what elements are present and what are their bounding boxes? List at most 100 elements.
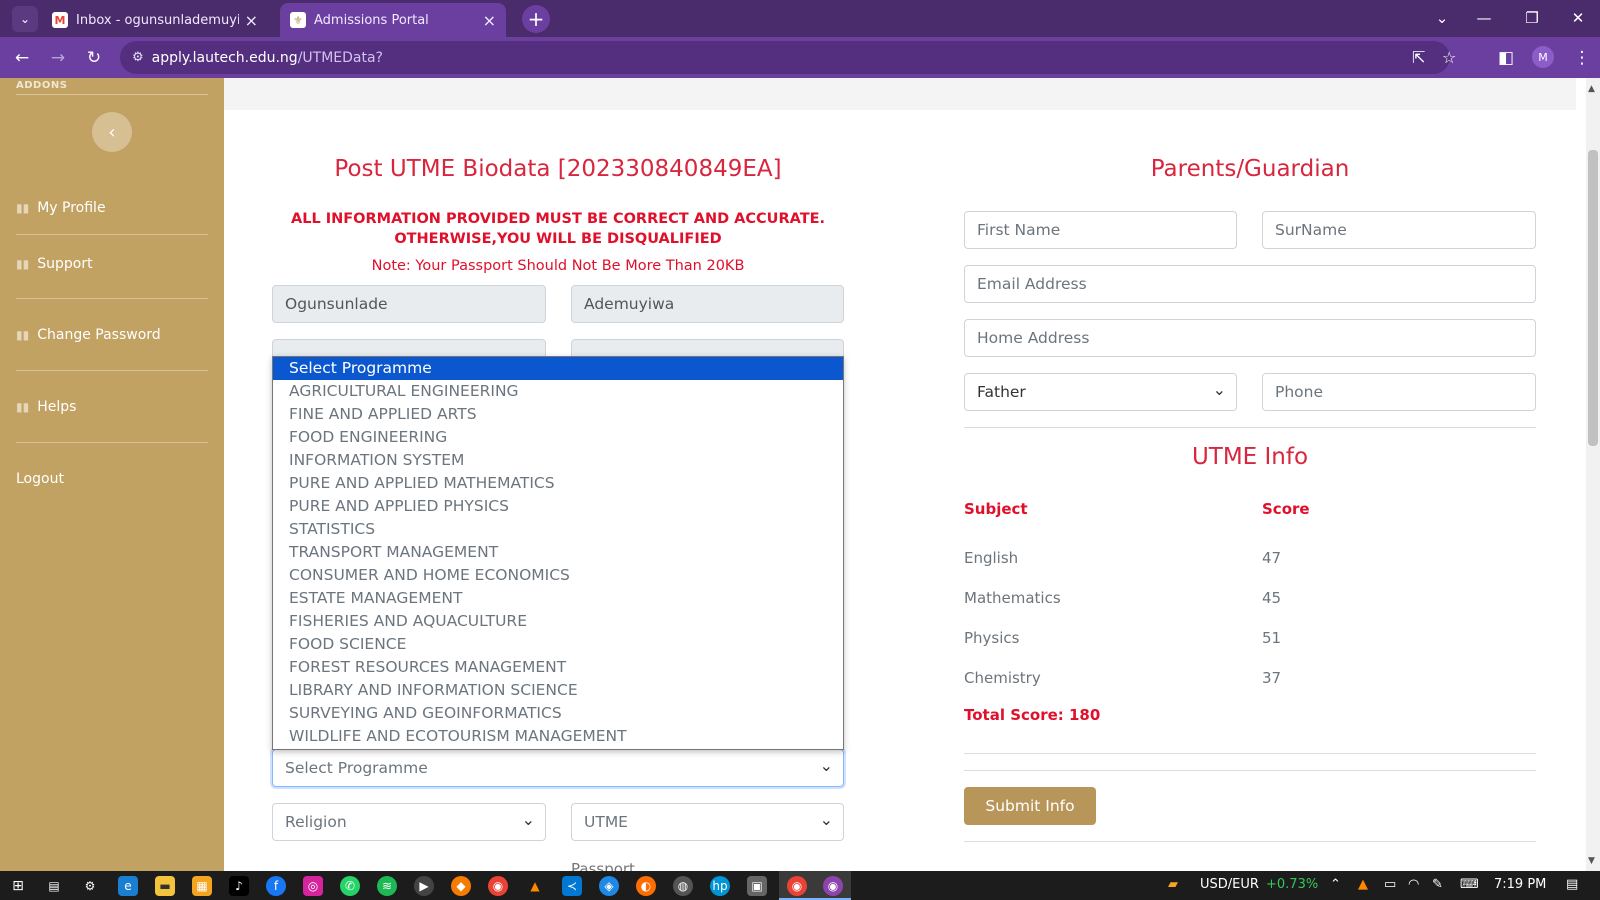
chevron-up-icon[interactable]: ⌃ — [1330, 877, 1341, 892]
minimize-button[interactable]: — — [1464, 4, 1504, 32]
keyboard-icon[interactable]: ⌨ — [1460, 877, 1479, 892]
chrome-icon[interactable]: ◉ — [488, 876, 508, 896]
sidebar-item-support[interactable]: ▮▮ Support — [16, 256, 93, 272]
tab-label: Admissions Portal — [314, 12, 429, 28]
windows-start-icon[interactable]: ⊞ — [8, 876, 28, 896]
guardian-relation-select[interactable]: Father — [964, 373, 1237, 411]
guardian-address-input[interactable]: Home Address — [964, 319, 1536, 357]
vlc-tray-icon[interactable]: ▲ — [1358, 877, 1368, 892]
sidebar-item-helps[interactable]: ▮▮ Helps — [16, 399, 76, 415]
collapse-sidebar-button[interactable]: ‹ — [92, 112, 132, 152]
notification-icon[interactable]: ▤ — [1566, 877, 1578, 892]
close-tab-icon[interactable]: × — [483, 11, 496, 30]
guardian-email-input[interactable]: Email Address — [964, 265, 1536, 303]
clock-time[interactable]: 7:19 PM — [1494, 877, 1546, 892]
submit-info-button[interactable]: Submit Info — [964, 787, 1096, 825]
programme-option[interactable]: FOOD SCIENCE — [273, 633, 843, 656]
hp-icon[interactable]: hp — [710, 876, 730, 896]
ticker-label[interactable]: USD/EUR — [1200, 877, 1259, 892]
subject-cell: Physics — [964, 629, 1020, 647]
divider — [964, 753, 1536, 754]
programme-option[interactable]: STATISTICS — [273, 518, 843, 541]
ticker-change[interactable]: +0.73% — [1266, 877, 1318, 892]
programme-option[interactable]: FOREST RESOURCES MANAGEMENT — [273, 656, 843, 679]
store-icon[interactable]: ▦ — [192, 876, 212, 896]
app-icon[interactable]: ◆ — [451, 876, 471, 896]
firstname-field[interactable]: Ademuyiwa — [571, 285, 844, 323]
instagram-icon[interactable]: ◎ — [303, 876, 323, 896]
subject-column-header: Subject — [964, 500, 1028, 518]
site-info-icon[interactable]: ⚙ — [132, 50, 144, 65]
tab-search-button[interactable]: ⌄ — [12, 6, 38, 32]
app-icon[interactable]: ▣ — [747, 876, 767, 896]
media-player-icon[interactable]: ▶ — [414, 876, 434, 896]
settings-gear-icon[interactable]: ⚙ — [80, 876, 100, 896]
programme-option[interactable]: ESTATE MANAGEMENT — [273, 587, 843, 610]
programme-option[interactable]: FINE AND APPLIED ARTS — [273, 403, 843, 426]
guardian-surname-input[interactable]: SurName — [1262, 211, 1536, 249]
forward-icon[interactable]: → — [44, 45, 72, 71]
guardian-phone-input[interactable]: Phone — [1262, 373, 1536, 411]
edge-icon[interactable]: e — [118, 876, 138, 896]
battery-icon[interactable]: ▭ — [1384, 877, 1396, 892]
programme-option[interactable]: CONSUMER AND HOME ECONOMICS — [273, 564, 843, 587]
side-panel-icon[interactable]: ◧ — [1492, 45, 1520, 71]
reload-icon[interactable]: ↻ — [80, 45, 108, 71]
sidebar: ADDONS ‹ ▮▮ My Profile ▮▮ Support ▮▮ Change… — [0, 78, 224, 871]
app-icon[interactable]: ◈ — [599, 876, 619, 896]
surname-field[interactable]: Ogunsunlade — [272, 285, 546, 323]
tab-list-icon[interactable]: ⌄ — [1422, 4, 1462, 32]
close-window-button[interactable]: ✕ — [1558, 4, 1598, 32]
bookmark-star-icon[interactable]: ☆ — [1442, 41, 1456, 74]
programme-option[interactable]: PURE AND APPLIED PHYSICS — [273, 495, 843, 518]
sidebar-item-change-password[interactable]: ▮▮ Change Password — [16, 327, 161, 343]
wifi-icon[interactable]: ◠ — [1408, 877, 1419, 892]
close-tab-icon[interactable]: × — [245, 11, 258, 30]
sidebar-item-logout[interactable]: Logout — [16, 471, 64, 487]
address-bar[interactable]: ⚙ apply.lautech.edu.ng/UTMEData? ⇱ ☆ — [120, 41, 1456, 74]
facebook-icon[interactable]: f — [266, 876, 286, 896]
programme-option[interactable]: WILDLIFE AND ECOTOURISM MANAGEMENT — [273, 725, 843, 748]
tab-inbox[interactable]: M Inbox - ogunsunlademuyiwa98@ × — [42, 3, 268, 37]
chrome-profile-icon[interactable]: ◉ — [823, 876, 843, 896]
new-tab-button[interactable]: + — [522, 5, 550, 33]
programme-option[interactable]: AGRICULTURAL ENGINEERING — [273, 380, 843, 403]
whatsapp-icon[interactable]: ✆ — [340, 876, 360, 896]
guardian-first-name-input[interactable]: First Name — [964, 211, 1237, 249]
programme-option[interactable]: Select Programme — [273, 357, 843, 380]
app-icon[interactable]: ◍ — [673, 876, 693, 896]
programme-option[interactable]: SURVEYING AND GEOINFORMATICS — [273, 702, 843, 725]
restore-button[interactable]: ❐ — [1512, 4, 1552, 32]
back-icon[interactable]: ← — [8, 45, 36, 71]
scroll-up-arrow-icon[interactable]: ▲ — [1588, 84, 1595, 94]
scrollbar-thumb[interactable] — [1588, 150, 1598, 446]
profile-avatar[interactable]: M — [1532, 46, 1554, 68]
vlc-icon[interactable]: ▲ — [525, 876, 545, 896]
programme-option[interactable]: LIBRARY AND INFORMATION SCIENCE — [273, 679, 843, 702]
programme-select[interactable]: Select Programme — [272, 749, 844, 787]
tab-admissions-portal[interactable]: ⚜ Admissions Portal × — [280, 3, 506, 37]
programme-option[interactable]: INFORMATION SYSTEM — [273, 449, 843, 472]
chrome-icon[interactable]: ◉ — [787, 876, 807, 896]
tiktok-icon[interactable]: ♪ — [229, 876, 249, 896]
divider — [16, 234, 208, 235]
pen-icon[interactable]: ✎ — [1432, 877, 1443, 892]
programme-option[interactable]: FISHERIES AND AQUACULTURE — [273, 610, 843, 633]
spotify-icon[interactable]: ≋ — [377, 876, 397, 896]
share-icon[interactable]: ⇱ — [1412, 41, 1425, 74]
programme-option[interactable]: PURE AND APPLIED MATHEMATICS — [273, 472, 843, 495]
religion-select[interactable]: Religion — [272, 803, 546, 841]
task-view-icon[interactable]: ▤ — [44, 876, 64, 896]
score-cell: 47 — [1262, 549, 1282, 567]
programme-dropdown-list[interactable]: Select Programme AGRICULTURAL ENGINEERIN… — [272, 356, 844, 750]
sidebar-item-my-profile[interactable]: ▮▮ My Profile — [16, 200, 106, 216]
file-explorer-icon[interactable]: ▬ — [155, 876, 175, 896]
vscode-icon[interactable]: ≺ — [562, 876, 582, 896]
app-icon[interactable]: ◐ — [636, 876, 656, 896]
programme-option[interactable]: TRANSPORT MANAGEMENT — [273, 541, 843, 564]
stocks-icon[interactable]: ▰ — [1168, 877, 1178, 892]
scroll-down-arrow-icon[interactable]: ▼ — [1588, 856, 1595, 866]
programme-option[interactable]: FOOD ENGINEERING — [273, 426, 843, 449]
menu-kebab-icon[interactable]: ⋮ — [1568, 45, 1596, 71]
exam-type-select[interactable]: UTME — [571, 803, 844, 841]
